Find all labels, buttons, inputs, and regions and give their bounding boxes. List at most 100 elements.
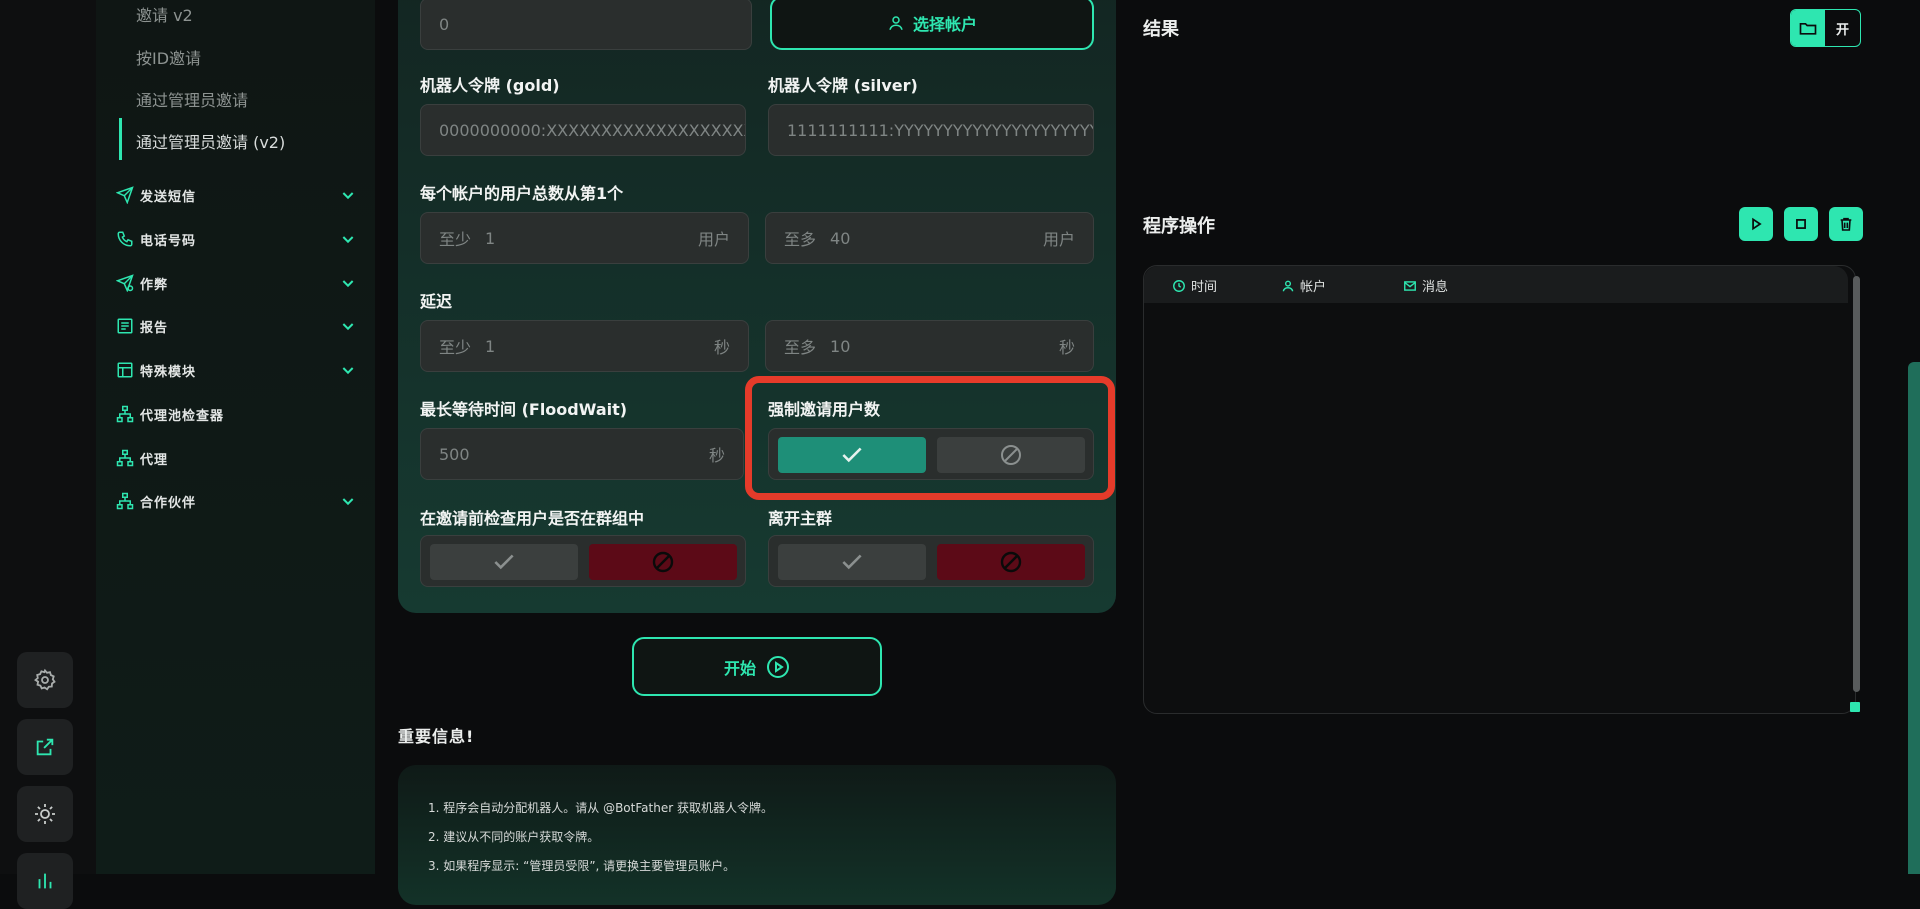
clock-icon [1173, 279, 1185, 292]
sidebar-item-label: 发送短信 [140, 189, 197, 205]
field-suffix: 秒 [708, 446, 725, 465]
sidebar: 邀请 v2 按ID邀请 通过管理员邀请 通过管理员邀请 (v2) 发送短信 电话… [96, 0, 375, 874]
top-number-input[interactable]: 0 [420, 0, 752, 50]
sidebar-subitem-invite-by-id[interactable]: 按ID邀请 [136, 45, 201, 69]
user-icon [889, 16, 903, 30]
operations-log-table: 时间 帐户 消息 [1143, 265, 1856, 714]
sidebar-item-label: 特殊模块 [140, 364, 197, 380]
users-max-input[interactable]: 至多 40 用户 [765, 212, 1094, 264]
results-open-toggle[interactable]: 开 [1790, 9, 1861, 47]
field-prefix: 至多 [784, 230, 817, 249]
chevron-down-icon [342, 280, 354, 288]
sidebar-item-report[interactable]: 报告 [116, 314, 356, 338]
users-per-account-label: 每个帐户的用户总数从第1个 [420, 184, 624, 203]
send-icon [116, 186, 134, 204]
sidebar-item-proxy[interactable]: 代理 [116, 446, 356, 470]
stop-icon [1796, 219, 1806, 229]
delay-min-input[interactable]: 至少 1 秒 [420, 320, 749, 372]
chevron-down-icon [342, 236, 354, 244]
field-value: 1 [485, 228, 496, 248]
stop-button[interactable] [1784, 207, 1818, 241]
network-icon [116, 449, 134, 467]
resize-handle[interactable] [1850, 702, 1860, 712]
start-button[interactable]: 开始 [632, 637, 882, 696]
phone-icon [116, 230, 134, 248]
sidebar-item-phone-numbers[interactable]: 电话号码 [116, 227, 356, 251]
users-min-input[interactable]: 至少 1 用户 [420, 212, 749, 264]
field-suffix: 秒 [713, 338, 730, 357]
active-indicator [119, 118, 122, 160]
sidebar-item-label: 电话号码 [140, 233, 197, 249]
sidebar-item-proxy-checker[interactable]: 代理池检查器 [116, 402, 356, 426]
field-prefix: 至少 [439, 338, 472, 357]
check-membership-yes-button[interactable] [430, 544, 578, 580]
external-link-icon [36, 738, 54, 756]
left-rail [0, 0, 96, 909]
sidebar-item-partners[interactable]: 合作伙伴 [116, 489, 356, 513]
settings-button[interactable] [17, 652, 73, 708]
gear-icon [34, 668, 56, 691]
leave-main-group-yes-button[interactable] [778, 544, 926, 580]
play-icon [1752, 217, 1762, 231]
floodwait-input[interactable]: 500 秒 [420, 428, 744, 480]
column-header-message[interactable]: 消息 [1403, 276, 1448, 295]
sidebar-item-label: 代理 [140, 452, 169, 468]
open-label: 开 [1835, 22, 1849, 38]
column-header-account[interactable]: 帐户 [1281, 276, 1326, 295]
sidebar-item-label: 报告 [140, 320, 169, 336]
results-title: 结果 [1143, 19, 1179, 40]
silver-token-input[interactable]: 1111111111:YYYYYYYYYYYYYYYYYYYYYYYYYYYYY [768, 104, 1094, 156]
play-circle-icon [767, 655, 789, 678]
play-button[interactable] [1739, 207, 1773, 241]
leave-main-group-toggle [768, 535, 1094, 587]
column-label: 时间 [1191, 280, 1218, 295]
gold-token-input[interactable]: 0000000000:XXXXXXXXXXXXXXXXXXXXXXXXXXXXX [420, 104, 746, 156]
sidebar-item-special-modules[interactable]: 特殊模块 [116, 358, 356, 382]
check-membership-toggle [420, 535, 746, 587]
silver-token-label: 机器人令牌 (silver) [768, 76, 918, 95]
sidebar-item-send-sms[interactable]: 发送短信 [116, 183, 356, 207]
sidebar-item-cheat[interactable]: 作弊 [116, 271, 356, 295]
chevron-down-icon [342, 192, 354, 200]
input-placeholder: 1111111111:YYYYYYYYYYYYYYYYYYYYYYYYYYYYY [787, 120, 1093, 140]
field-value: 1 [485, 336, 496, 356]
floodwait-label: 最长等待时间 (FloodWait) [420, 400, 628, 419]
sidebar-subitem-invite-admin[interactable]: 通过管理员邀请 [136, 87, 248, 111]
trash-icon [1840, 217, 1852, 231]
check-membership-no-button[interactable] [589, 544, 737, 580]
field-prefix: 至少 [439, 230, 472, 249]
stats-button[interactable] [17, 853, 73, 909]
info-box: 1. 程序会自动分配机器人。请从 @BotFather 获取机器人令牌。 2. … [398, 765, 1116, 905]
sidebar-item-label: 合作伙伴 [140, 495, 197, 511]
highlight-box [745, 376, 1115, 500]
network-icon [116, 492, 134, 510]
theme-button[interactable] [17, 786, 73, 842]
sidebar-item-label: 代理池检查器 [140, 408, 225, 424]
page-scrollbar[interactable] [1908, 362, 1920, 874]
chevron-down-icon [342, 498, 354, 506]
sun-icon [35, 804, 55, 824]
leave-main-group-no-button[interactable] [937, 544, 1085, 580]
cheat-icon [116, 274, 134, 292]
report-icon [116, 317, 134, 335]
delay-max-input[interactable]: 至多 10 秒 [765, 320, 1094, 372]
sidebar-subitem-invite-admin-v2[interactable]: 通过管理员邀请 (v2) [136, 129, 285, 153]
check-icon [494, 554, 514, 570]
sidebar-item-label: 作弊 [140, 277, 169, 293]
log-scrollbar[interactable] [1853, 276, 1860, 692]
select-account-button[interactable]: 选择帐户 [770, 0, 1094, 50]
sidebar-subitem-invite-v2[interactable]: 邀请 v2 [136, 2, 193, 26]
mail-icon [1404, 280, 1416, 291]
clear-log-button[interactable] [1829, 207, 1863, 241]
folder-button[interactable] [1791, 10, 1825, 46]
chevron-down-icon [342, 323, 354, 331]
info-line: 2. 建议从不同的账户获取令牌。 [428, 830, 600, 844]
button-label: 选择帐户 [912, 15, 977, 34]
table-header: 时间 帐户 消息 [1144, 266, 1848, 303]
column-header-time[interactable]: 时间 [1172, 276, 1217, 295]
delay-label: 延迟 [420, 292, 453, 311]
chevron-down-icon [342, 367, 354, 375]
info-title: 重要信息! [398, 727, 475, 746]
external-link-button[interactable] [17, 719, 73, 775]
check-icon [842, 554, 862, 570]
